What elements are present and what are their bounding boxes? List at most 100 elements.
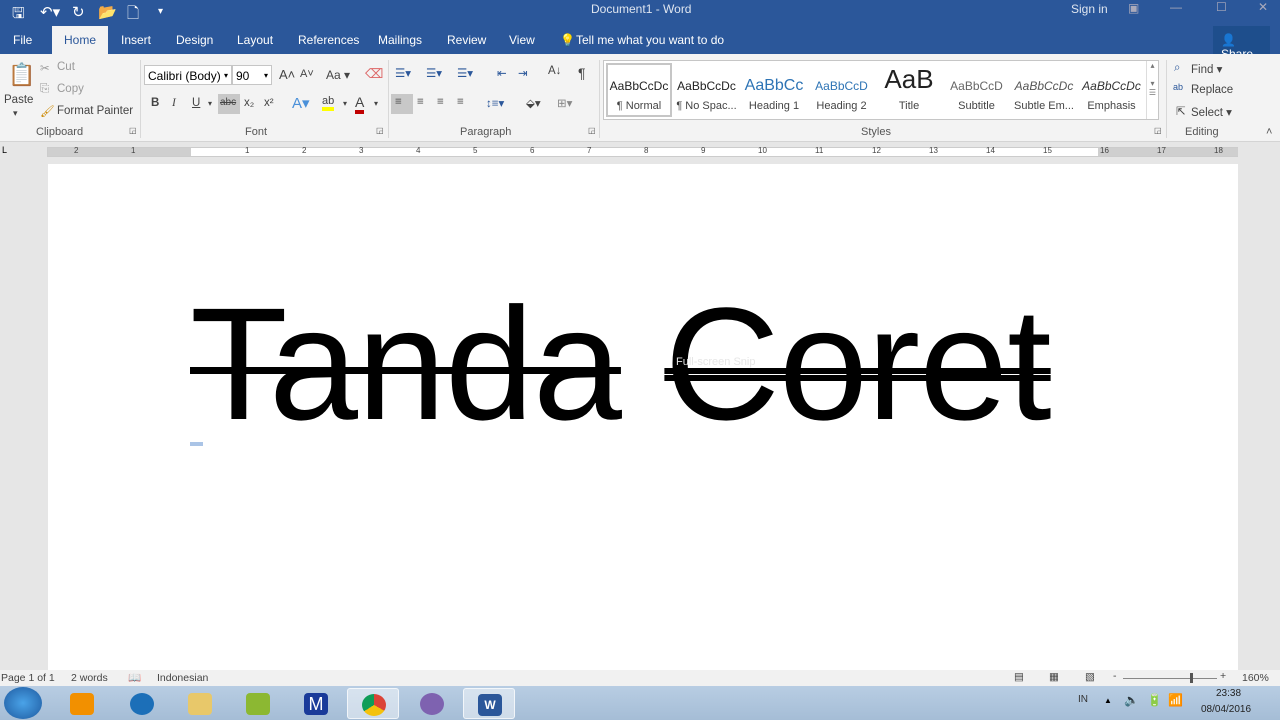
style-normal[interactable]: AaBbCcDc ¶ Normal [606,75,672,112]
bold-button[interactable]: B [151,97,159,109]
page-count[interactable]: Page 1 of 1 [1,672,55,684]
taskbar-app-purple[interactable] [406,688,458,719]
zoom-in-button[interactable]: + [1220,670,1226,682]
font-name-select[interactable]: Calibri (Body) ▾ [144,65,232,85]
zoom-out-button[interactable]: - [1113,670,1117,682]
styles-scroll[interactable]: ▴ ▾ ☰ [1146,61,1158,119]
style-title[interactable]: AaB Title [876,61,942,112]
font-size-select[interactable]: 90 ▾ [232,65,272,85]
find-button[interactable]: Find ▾ [1191,62,1222,76]
minimize-icon[interactable]: — [1170,0,1182,14]
justify-icon[interactable]: ≡ [457,96,464,108]
proofing-icon[interactable]: 📖 [128,671,141,684]
tab-layout[interactable]: Layout [237,33,273,47]
grow-font-icon[interactable]: A˄ [279,67,295,82]
italic-button[interactable]: I [172,97,176,109]
dialog-launcher-icon[interactable]: ◲ [129,126,137,135]
chevron-down-icon[interactable]: ▾ [343,99,347,108]
taskbar-firefox[interactable] [116,688,168,719]
customize-icon[interactable]: ▾ [158,6,163,17]
copy-button[interactable]: Copy [57,83,84,95]
read-mode-icon[interactable]: ▤ [1014,671,1024,683]
increase-indent-icon[interactable]: ⇥ [518,66,528,80]
word-count[interactable]: 2 words [71,672,108,684]
underline-button[interactable]: U [192,97,200,109]
power-icon[interactable]: 🔋 [1147,693,1162,707]
style-no-spac[interactable]: AaBbCcDc ¶ No Spac... [674,75,740,112]
numbering-icon[interactable]: ☰▾ [426,66,442,80]
cut-button[interactable]: Cut [57,61,75,73]
taskbar-chrome[interactable] [347,688,399,719]
dialog-launcher-icon[interactable]: ◲ [1154,126,1162,135]
share-button[interactable]: 👤 Share [1213,26,1270,61]
align-left-icon[interactable]: ≡ [391,94,413,114]
borders-icon[interactable]: ⊞▾ [557,96,572,110]
align-center-icon[interactable]: ≡ [417,96,424,108]
multilevel-list-icon[interactable]: ☰▾ [457,66,473,80]
open-icon[interactable]: 📂 [98,3,117,21]
tab-file[interactable]: File [13,33,32,47]
text-effects-icon[interactable]: A▾ [292,94,310,112]
tab-references[interactable]: References [298,33,359,47]
print-preview-icon[interactable]: 🗋 [127,3,139,28]
undo-icon[interactable]: ↶▾ [40,3,60,21]
taskbar-word[interactable]: W [463,688,515,719]
tab-insert[interactable]: Insert [121,33,151,47]
ribbon-display-icon[interactable]: ▣ [1128,1,1139,15]
tab-mailings[interactable]: Mailings [378,33,422,47]
save-icon[interactable]: 🖫 [12,3,25,28]
tell-me-input[interactable]: Tell me what you want to do [576,33,724,47]
clock-date[interactable]: 08/04/2016 [1201,704,1251,715]
start-button[interactable] [4,687,42,719]
tab-design[interactable]: Design [176,33,213,47]
taskbar-file-explorer[interactable] [174,688,226,719]
shrink-font-icon[interactable]: A˅ [300,68,314,80]
highlight-icon[interactable]: ab [322,95,335,111]
dialog-launcher-icon[interactable]: ◲ [376,126,384,135]
zoom-level[interactable]: 160% [1242,672,1269,684]
collapse-ribbon-icon[interactable]: ˄ [1266,126,1272,138]
paste-dropdown-icon[interactable]: ▾ [13,108,18,119]
redo-icon[interactable]: ↻ [72,3,85,21]
style-subtle-em[interactable]: AaBbCcDc Subtle Em... [1011,75,1077,112]
clear-formatting-icon[interactable]: ⌫ [365,66,383,82]
style-subtitle[interactable]: AaBbCcD Subtitle [944,75,1010,112]
input-language[interactable]: IN [1078,694,1088,705]
chevron-down-icon[interactable]: ▾ [374,99,378,108]
chevron-down-icon[interactable]: ▾ [208,99,212,108]
sign-in-link[interactable]: Sign in [1071,2,1108,16]
tab-selector[interactable]: L [2,145,7,155]
language[interactable]: Indonesian [157,672,208,684]
taskbar-app-m[interactable]: M [290,688,342,719]
tab-view[interactable]: View [509,33,535,47]
replace-button[interactable]: Replace [1191,84,1233,96]
close-icon[interactable]: ✕ [1258,0,1268,14]
decrease-indent-icon[interactable]: ⇤ [497,66,507,80]
clock-time[interactable]: 23:38 [1216,688,1241,699]
format-painter-button[interactable]: Format Painter [57,105,133,117]
shading-icon[interactable]: ⬙▾ [526,96,541,110]
align-right-icon[interactable]: ≡ [437,96,444,108]
show-hidden-icons[interactable]: ▲ [1104,696,1112,705]
web-layout-icon[interactable]: ▧ [1085,671,1095,683]
bullets-icon[interactable]: ☰▾ [395,66,411,80]
tab-home[interactable]: Home [52,26,109,54]
volume-icon[interactable]: 🔈 [1124,693,1139,707]
sort-icon[interactable]: A↓ [548,65,561,77]
show-formatting-button[interactable]: ¶ [578,65,586,81]
print-layout-icon[interactable]: ▦ [1049,671,1059,683]
document-text[interactable]: Tanda Coret [190,284,1052,444]
superscript-button[interactable]: x² [264,97,274,109]
style-heading-1[interactable]: AaBbCc Heading 1 [741,75,807,112]
strikethrough-button[interactable]: abc [218,94,240,114]
zoom-slider[interactable] [1123,678,1217,679]
ruler[interactable]: L 2 1 1 2 3 4 5 6 7 8 9 10 11 12 13 14 15 16 17 18 [0,143,1280,161]
paste-button[interactable]: Paste [4,94,33,106]
font-color-icon[interactable]: A [355,94,365,114]
taskbar-app-tv[interactable] [232,688,284,719]
tab-review[interactable]: Review [447,33,486,47]
select-button[interactable]: Select ▾ [1191,105,1232,119]
style-emphasis[interactable]: AaBbCcDc Emphasis [1079,75,1145,112]
line-spacing-icon[interactable]: ↕≡▾ [486,96,504,110]
network-icon[interactable]: 📶 [1168,693,1183,707]
